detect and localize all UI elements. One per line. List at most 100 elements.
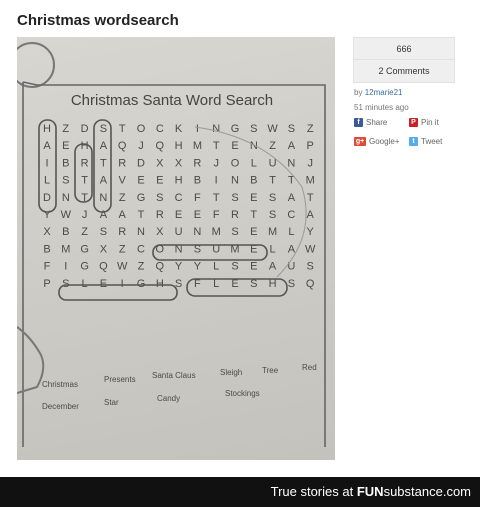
byline: by 12marie21 [354, 88, 403, 97]
grid-letter: A [288, 192, 296, 204]
grid-letter: R [81, 157, 89, 169]
share-facebook[interactable]: f Share [354, 118, 387, 127]
grid-letter: R [193, 157, 201, 169]
grid-letter: Z [81, 226, 88, 238]
grid-letter: Z [269, 140, 276, 152]
share-google-label: Google+ [369, 137, 400, 146]
grid-letter: P [307, 140, 314, 152]
grid-letter: N [62, 192, 70, 204]
grid-letter: X [156, 226, 164, 238]
facebook-icon: f [354, 118, 363, 127]
footer-text: True stories at [270, 484, 354, 499]
post-title: Christmas wordsearch [17, 12, 179, 29]
grid-letter: Z [307, 123, 314, 135]
grid-letter: G [80, 243, 89, 255]
grid-letter: B [194, 175, 201, 187]
word-list: Christmas Presents Santa Claus Sleigh Tree Re… [42, 363, 317, 411]
grid-letter: Q [99, 261, 108, 273]
santa-hat-pompom-drawing [17, 42, 55, 88]
google-plus-icon: g+ [354, 137, 366, 146]
grid-letter: V [119, 175, 127, 187]
grid-letter: I [196, 123, 199, 135]
grid-letter: T [100, 157, 107, 169]
grid-letter: S [269, 192, 276, 204]
grid-letter: N [231, 175, 239, 187]
grid-letter: H [175, 175, 183, 187]
grid-letter: I [45, 157, 48, 169]
author-link[interactable]: 12marie21 [365, 88, 403, 97]
grid-letter: G [137, 192, 146, 204]
grid-letter: C [287, 209, 295, 221]
share-pinterest[interactable]: P Pin it [409, 118, 439, 127]
grid-letter: T [119, 123, 126, 135]
grid-letter: I [215, 175, 218, 187]
footer-brand-bold: FUN [356, 484, 384, 499]
sheet-heading: Christmas Santa Word Search [71, 92, 273, 109]
grid-letter: H [175, 140, 183, 152]
grid-letter: S [250, 123, 257, 135]
grid-letter: X [43, 226, 51, 238]
grid-letter: L [251, 157, 257, 169]
grid-letter: B [250, 175, 257, 187]
grid-letter: G [80, 261, 89, 273]
grid-letter: R [231, 209, 239, 221]
word-list-item: December [42, 402, 79, 411]
grid-letter: E [194, 209, 201, 221]
grid-letter: N [287, 157, 295, 169]
grid-letter: W [117, 261, 128, 273]
grid-letter: E [250, 192, 257, 204]
grid-letter: F [194, 192, 201, 204]
grid-letter: R [118, 226, 126, 238]
comments-button[interactable]: 2 Comments [353, 59, 455, 83]
share-twitter[interactable]: t Tweet [409, 137, 442, 146]
grid-letter: A [288, 243, 296, 255]
grid-letter: T [138, 209, 145, 221]
grid-letter: L [44, 175, 50, 187]
grid-letter: J [213, 157, 219, 169]
grid-letter: N [193, 226, 201, 238]
grid-letter: A [100, 140, 108, 152]
twitter-icon: t [409, 137, 418, 146]
grid-letter: L [213, 261, 219, 273]
grid-letter: S [100, 123, 107, 135]
grid-letter: Y [175, 261, 183, 273]
grid-letter: S [231, 261, 238, 273]
grid-letter: A [307, 209, 315, 221]
share-google[interactable]: g+ Google+ [354, 137, 399, 146]
grid-letter: E [100, 278, 107, 290]
grid-letter: S [288, 278, 295, 290]
grid-letter: U [175, 226, 183, 238]
grid-letter: N [99, 192, 107, 204]
grid-letter: M [306, 175, 315, 187]
likes-button[interactable]: 666 [353, 37, 455, 61]
grid-letter: C [137, 243, 145, 255]
grid-letter: D [81, 123, 89, 135]
grid-letter: T [81, 175, 88, 187]
grid-letter: S [62, 175, 69, 187]
grid-letter: D [137, 157, 145, 169]
grid-letter: U [287, 261, 295, 273]
grid-letter: W [267, 123, 278, 135]
grid-letter: A [269, 261, 277, 273]
grid-letter: R [156, 209, 164, 221]
word-list-item: Candy [157, 394, 180, 403]
footer-tagline[interactable]: True stories at FUNsubstance.com [271, 484, 471, 499]
word-list-item: Sleigh [220, 368, 242, 377]
grid-letter: Z [62, 123, 69, 135]
word-list-item: Tree [262, 366, 279, 375]
grid-letter: R [118, 157, 126, 169]
grid-letter: I [64, 261, 67, 273]
grid-letter: D [43, 192, 51, 204]
grid-letter: Q [156, 261, 165, 273]
grid-letter: Y [307, 226, 315, 238]
wordsearch-sheet: Christmas Santa Word Search HZDSTOCKINGS… [17, 42, 326, 447]
grid-letter: E [62, 140, 69, 152]
by-prefix: by [354, 88, 363, 97]
share-facebook-label: Share [366, 118, 388, 127]
footer-brand-suffix: .com [442, 484, 471, 499]
grid-letter: Z [138, 261, 145, 273]
grid-letter: S [231, 226, 238, 238]
grid-letter: L [82, 278, 88, 290]
grid-letter: G [137, 278, 146, 290]
grid-letter: X [175, 157, 183, 169]
